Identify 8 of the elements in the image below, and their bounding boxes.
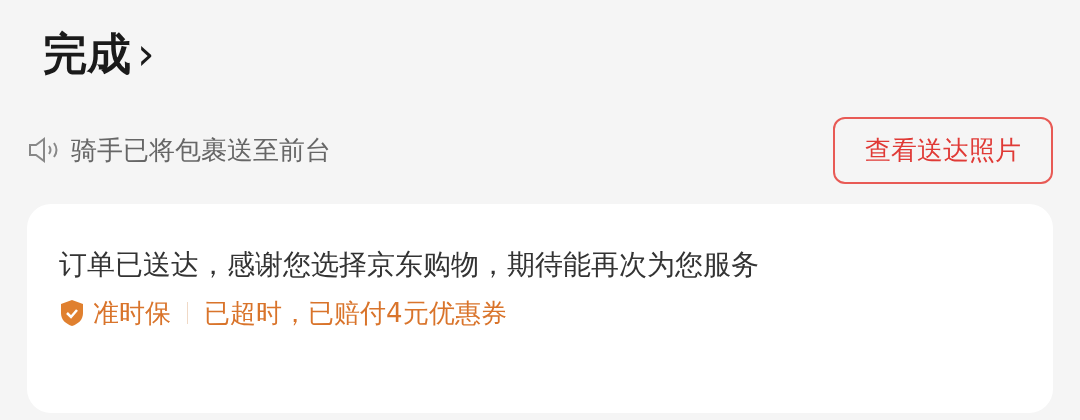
guarantee-label: 准时保 bbox=[93, 296, 171, 330]
shield-check-icon bbox=[59, 299, 85, 328]
notice-text: 骑手已将包裹送至前台 bbox=[71, 133, 331, 167]
view-photo-button[interactable]: 查看送达照片 bbox=[833, 116, 1053, 184]
delivered-message: 订单已送达，感谢您选择京东购物，期待能再次为您服务 bbox=[59, 246, 760, 283]
status-title[interactable]: 完成 bbox=[43, 28, 131, 81]
chevron-text[interactable]: › bbox=[137, 28, 155, 81]
compensation-text: 已超时，已赔付4元优惠券 bbox=[204, 296, 507, 330]
